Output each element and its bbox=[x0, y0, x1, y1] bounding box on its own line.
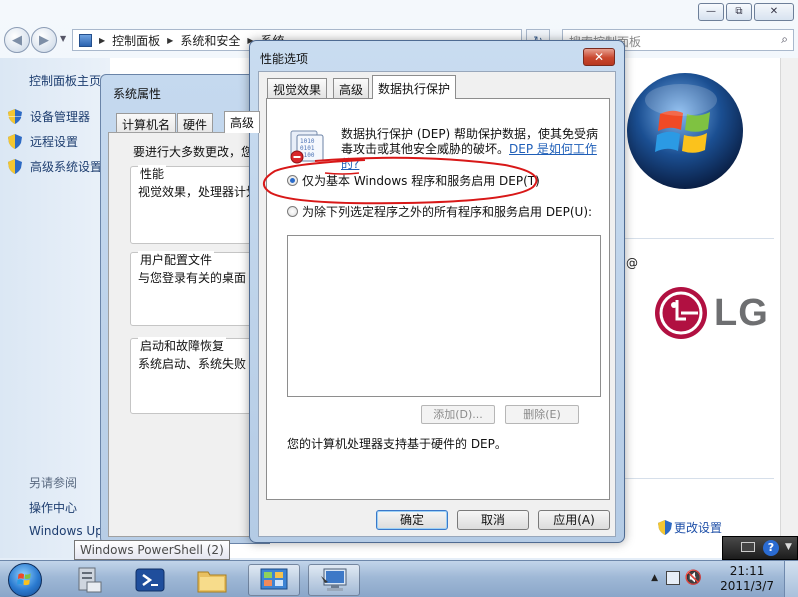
radio-essential-only[interactable]: 仅为基本 Windows 程序和服务启用 DEP(T) bbox=[287, 172, 540, 189]
show-desktop-button[interactable] bbox=[784, 561, 798, 597]
tab-hardware[interactable]: 硬件 bbox=[177, 113, 214, 133]
section-title: 启动和故障恢复 bbox=[138, 337, 227, 354]
dep-description: 数据执行保护 (DEP) 帮助保护数据，使其免受病 毒攻击或其他安全威胁的破坏。… bbox=[341, 127, 603, 172]
network-icon[interactable] bbox=[666, 571, 680, 585]
tab-advanced[interactable]: 高级 bbox=[224, 111, 261, 133]
radio-label: 仅为基本 Windows 程序和服务启用 DEP(T) bbox=[302, 174, 540, 188]
description-line: 毒攻击或其他安全威胁的破坏。 bbox=[341, 142, 510, 156]
sidebar-item-advanced-system-settings[interactable]: 高级系统设置 bbox=[8, 158, 102, 175]
change-settings-label: 更改设置 bbox=[674, 521, 723, 535]
sidebar-item-label: 设备管理器 bbox=[30, 110, 91, 124]
close-icon[interactable]: ✕ bbox=[754, 3, 794, 21]
description-line: 数据执行保护 (DEP) 帮助保护数据，使其免受病 bbox=[341, 127, 599, 141]
shield-icon bbox=[658, 520, 672, 535]
clock-time: 21:11 bbox=[729, 564, 765, 578]
section-title: 用户配置文件 bbox=[138, 251, 215, 268]
radio-button[interactable] bbox=[287, 206, 298, 217]
section-desc: 与您登录有关的桌面 bbox=[138, 271, 247, 285]
minimize-icon[interactable]: — bbox=[698, 3, 724, 21]
sidebar-item-remote-settings[interactable]: 远程设置 bbox=[8, 133, 78, 150]
breadcrumb-item[interactable]: 控制面板 bbox=[112, 32, 160, 49]
window-title: 系统属性 bbox=[113, 87, 162, 101]
section-title: 性能 bbox=[138, 165, 167, 182]
speaker-muted-icon[interactable]: 🔇 bbox=[685, 570, 702, 586]
taskbar: ▲ 🔇 21:11 2011/3/7 bbox=[0, 560, 798, 597]
tab-data-execution-prevention[interactable]: 数据执行保护 bbox=[372, 75, 457, 99]
explorer-icon[interactable] bbox=[186, 564, 238, 596]
at-sign: @ bbox=[626, 256, 638, 270]
windows-logo bbox=[627, 73, 743, 189]
system-properties-body: 要进行大多数更改，您 性能 视觉效果，处理器计划 用户配置文件 与您登录有关的桌… bbox=[108, 132, 270, 537]
sidebar-item-device-manager[interactable]: 设备管理器 bbox=[8, 108, 90, 125]
divider bbox=[624, 478, 774, 479]
history-dropdown-icon[interactable]: ▼ bbox=[60, 34, 66, 43]
chevron-right-icon: ▶ bbox=[99, 35, 106, 45]
sidebar-item-label: 远程设置 bbox=[30, 135, 79, 149]
cancel-button[interactable]: 取消 bbox=[457, 510, 529, 530]
section-desc: 视觉效果，处理器计划 bbox=[138, 185, 259, 199]
radio-button-checked[interactable] bbox=[287, 175, 298, 186]
show-hidden-icons-icon[interactable]: ▲ bbox=[651, 573, 658, 583]
chevron-down-icon[interactable]: ▼ bbox=[785, 542, 792, 552]
dep-tab-pane: 1010 0101 1100 数据执行保护 (DEP) 帮助保护数据，使其免受病… bbox=[263, 98, 610, 500]
keyboard-icon[interactable] bbox=[741, 542, 755, 552]
tab-computer-name[interactable]: 计算机名 bbox=[116, 113, 177, 133]
chevron-right-icon: ▶ bbox=[167, 35, 174, 45]
performance-options-dialog: 性能选项 ✕ 视觉效果 高级 数据执行保护 1010 0101 1100 数据执… bbox=[249, 40, 625, 543]
action-center-link[interactable]: 操作中心 bbox=[29, 499, 77, 516]
sidebar-item-label: 高级系统设置 bbox=[30, 160, 103, 174]
apply-button[interactable]: 应用(A) bbox=[538, 510, 610, 530]
shield-icon bbox=[8, 109, 22, 124]
start-orb-icon[interactable] bbox=[8, 563, 42, 597]
taskbar-clock[interactable]: 21:11 2011/3/7 bbox=[720, 564, 774, 594]
hardware-dep-support-text: 您的计算机处理器支持基于硬件的 DEP。 bbox=[287, 437, 507, 451]
control-panel-icon bbox=[79, 33, 92, 47]
vertical-scrollbar[interactable] bbox=[780, 58, 798, 560]
dep-binary-icon: 1010 0101 1100 bbox=[290, 130, 324, 164]
sidebar-home-link[interactable]: 控制面板主页 bbox=[29, 72, 101, 89]
dep-exclusion-list[interactable] bbox=[287, 235, 601, 397]
shield-icon bbox=[8, 159, 22, 174]
svg-text:0101: 0101 bbox=[300, 145, 315, 152]
clock-date: 2011/3/7 bbox=[720, 579, 774, 593]
intro-text: 要进行大多数更改，您 bbox=[133, 145, 254, 159]
shield-icon bbox=[8, 134, 22, 149]
forward-button[interactable]: ▶ bbox=[31, 27, 57, 53]
help-icon[interactable]: ? bbox=[763, 540, 779, 556]
search-icon[interactable]: ⌕ bbox=[781, 32, 788, 47]
sidebar: 控制面板主页 设备管理器 远程设置 高级系统设置 另请参阅 操作中心 Windo… bbox=[0, 58, 130, 558]
system-properties-window: 系统属性 计算机名 硬件 高级 要进行大多数更改，您 性能 视觉效果，处理器计划… bbox=[100, 74, 270, 544]
breadcrumb-item[interactable]: 系统和安全 bbox=[180, 32, 240, 49]
change-settings-link[interactable]: 更改设置 bbox=[658, 519, 722, 536]
window-caption-buttons: — ⧉ ✕ bbox=[698, 3, 794, 21]
lg-logo: LG bbox=[654, 286, 769, 343]
dialog-title: 性能选项 bbox=[260, 52, 309, 66]
close-icon[interactable]: ✕ bbox=[583, 48, 615, 66]
control-panel-icon[interactable] bbox=[248, 564, 300, 596]
maximize-icon[interactable]: ⧉ bbox=[726, 3, 752, 21]
see-also-heading: 另请参阅 bbox=[29, 476, 78, 490]
back-button[interactable]: ◀ bbox=[4, 27, 30, 53]
tray-overflow-strip: ? ▼ bbox=[722, 536, 798, 560]
lg-wordmark: LG bbox=[714, 292, 769, 334]
ok-button[interactable]: 确定 bbox=[376, 510, 448, 530]
taskbar-tooltip: Windows PowerShell (2) bbox=[74, 540, 230, 560]
system-icon[interactable] bbox=[308, 564, 360, 596]
server-manager-icon[interactable] bbox=[62, 564, 114, 596]
remove-button[interactable]: 删除(E) bbox=[505, 405, 579, 424]
radio-label: 为除下列选定程序之外的所有程序和服务启用 DEP(U): bbox=[302, 205, 593, 219]
divider bbox=[624, 238, 774, 239]
add-button[interactable]: 添加(D)... bbox=[421, 405, 495, 424]
radio-all-except-selected[interactable]: 为除下列选定程序之外的所有程序和服务启用 DEP(U): bbox=[287, 203, 592, 220]
dialog-body: 视觉效果 高级 数据执行保护 1010 0101 1100 数据执行保护 (DE… bbox=[258, 71, 616, 537]
powershell-icon[interactable] bbox=[124, 564, 176, 596]
svg-text:1010: 1010 bbox=[300, 138, 315, 145]
section-desc: 系统启动、系统失败 bbox=[138, 357, 247, 371]
tab-advanced[interactable]: 高级 bbox=[333, 78, 370, 98]
tab-visual-effects[interactable]: 视觉效果 bbox=[267, 78, 328, 98]
